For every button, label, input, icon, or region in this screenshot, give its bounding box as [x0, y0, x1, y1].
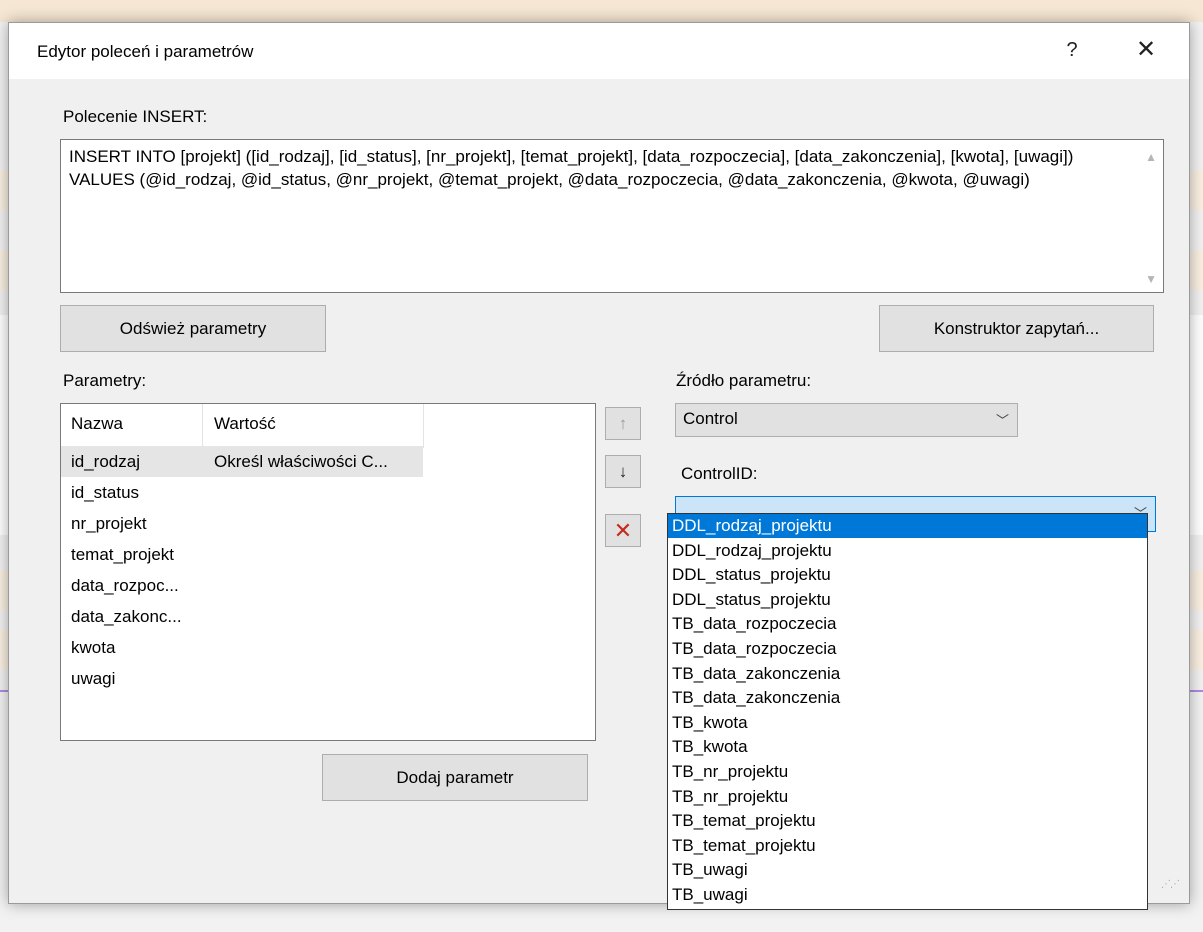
parameter-row[interactable]: id_rodzaj Określ właściwości C... [61, 446, 423, 477]
refresh-parameters-button[interactable]: Odśwież parametry [60, 305, 326, 352]
add-parameter-label: Dodaj parametr [396, 768, 514, 787]
dropdown-option[interactable]: TB_temat_projektu [668, 834, 1147, 858]
parameter-source-select[interactable]: Control ﹀ [675, 403, 1018, 437]
dropdown-option[interactable]: TB_kwota [668, 711, 1147, 735]
arrow-down-icon: ↓ [618, 462, 628, 481]
arrow-up-icon: ↑ [618, 414, 628, 433]
query-builder-button[interactable]: Konstruktor zapytań... [879, 305, 1154, 352]
insert-command-label: Polecenie INSERT: [63, 107, 208, 126]
parameter-value: Określ właściwości C... [214, 452, 388, 471]
column-header-value[interactable]: Wartość [214, 404, 276, 442]
parameter-name: data_zakonc... [71, 607, 182, 626]
insert-command-textarea[interactable]: INSERT INTO [projekt] ([id_rodzaj], [id_… [60, 139, 1164, 293]
control-id-dropdown-list[interactable]: DDL_rodzaj_projektu DDL_rodzaj_projektu … [667, 513, 1148, 910]
dropdown-option[interactable]: DDL_rodzaj_projektu [668, 514, 1147, 538]
background-app-top [0, 0, 1203, 22]
parameter-row[interactable]: nr_projekt [61, 508, 423, 539]
move-up-button[interactable]: ↑ [605, 407, 641, 440]
parameter-name: id_rodzaj [71, 452, 140, 471]
column-separator [202, 404, 203, 448]
dropdown-option[interactable]: TB_kwota [668, 735, 1147, 759]
dropdown-option[interactable]: TB_temat_projektu [668, 809, 1147, 833]
parameter-name: id_status [71, 483, 140, 502]
move-down-button[interactable]: ↓ [605, 455, 641, 488]
dropdown-option[interactable]: TB_uwagi [668, 883, 1147, 907]
parameter-source-value: Control [683, 409, 738, 428]
remove-parameter-button[interactable]: ✕ [605, 514, 641, 547]
parameter-source-label: Źródło parametru: [676, 371, 812, 390]
column-header-name[interactable]: Nazwa [71, 404, 123, 442]
parameter-row[interactable]: kwota [61, 632, 423, 663]
parameter-name: nr_projekt [71, 514, 147, 533]
parameter-row[interactable]: data_zakonc... [61, 601, 423, 632]
parameter-row[interactable]: temat_projekt [61, 539, 423, 570]
dialog-title: Edytor poleceń i parametrów [37, 42, 254, 61]
dropdown-option[interactable]: TB_data_zakonczenia [668, 686, 1147, 710]
refresh-parameters-label: Odśwież parametry [119, 319, 267, 338]
dropdown-option[interactable]: TB_data_zakonczenia [668, 662, 1147, 686]
column-separator [423, 404, 424, 448]
query-builder-label: Konstruktor zapytań... [933, 319, 1100, 338]
insert-command-text: INSERT INTO [projekt] ([id_rodzaj], [id_… [69, 147, 1074, 189]
parameter-name: data_rozpoc... [71, 576, 179, 595]
scroll-down-icon[interactable]: ▼ [1145, 272, 1157, 286]
dropdown-option[interactable]: TB_nr_projektu [668, 760, 1147, 784]
help-button[interactable]: ? [1055, 35, 1089, 65]
scroll-up-icon[interactable]: ▲ [1145, 150, 1157, 164]
parameter-row[interactable]: uwagi [61, 663, 423, 694]
parameters-label: Parametry: [63, 371, 147, 390]
title-bar: Edytor poleceń i parametrów ? ✕ [9, 23, 1189, 79]
delete-icon: ✕ [613, 518, 633, 543]
parameter-row[interactable]: data_rozpoc... [61, 570, 423, 601]
parameter-name: kwota [71, 638, 116, 657]
dropdown-option[interactable]: TB_nr_projektu [668, 785, 1147, 809]
dropdown-option[interactable]: TB_uwagi [668, 858, 1147, 882]
parameter-name: temat_projekt [71, 545, 174, 564]
parameters-list[interactable]: Nazwa Wartość id_rodzaj Określ właściwoś… [60, 403, 596, 741]
add-parameter-button[interactable]: Dodaj parametr [322, 754, 588, 801]
dropdown-option[interactable]: TB_data_rozpoczecia [668, 637, 1147, 661]
control-id-label: ControlID: [681, 464, 758, 483]
chevron-down-icon: ﹀ [995, 413, 1009, 428]
dropdown-option[interactable]: DDL_status_projektu [668, 563, 1147, 587]
parameter-name: uwagi [71, 669, 116, 688]
dropdown-option[interactable]: DDL_status_projektu [668, 588, 1147, 612]
close-button[interactable]: ✕ [1129, 35, 1163, 65]
dropdown-option[interactable]: TB_data_rozpoczecia [668, 612, 1147, 636]
parameter-row[interactable]: id_status [61, 477, 423, 508]
dropdown-option[interactable]: DDL_rodzaj_projektu [668, 539, 1147, 563]
resize-grip-icon[interactable]: ⋰⋰ [1161, 879, 1180, 890]
